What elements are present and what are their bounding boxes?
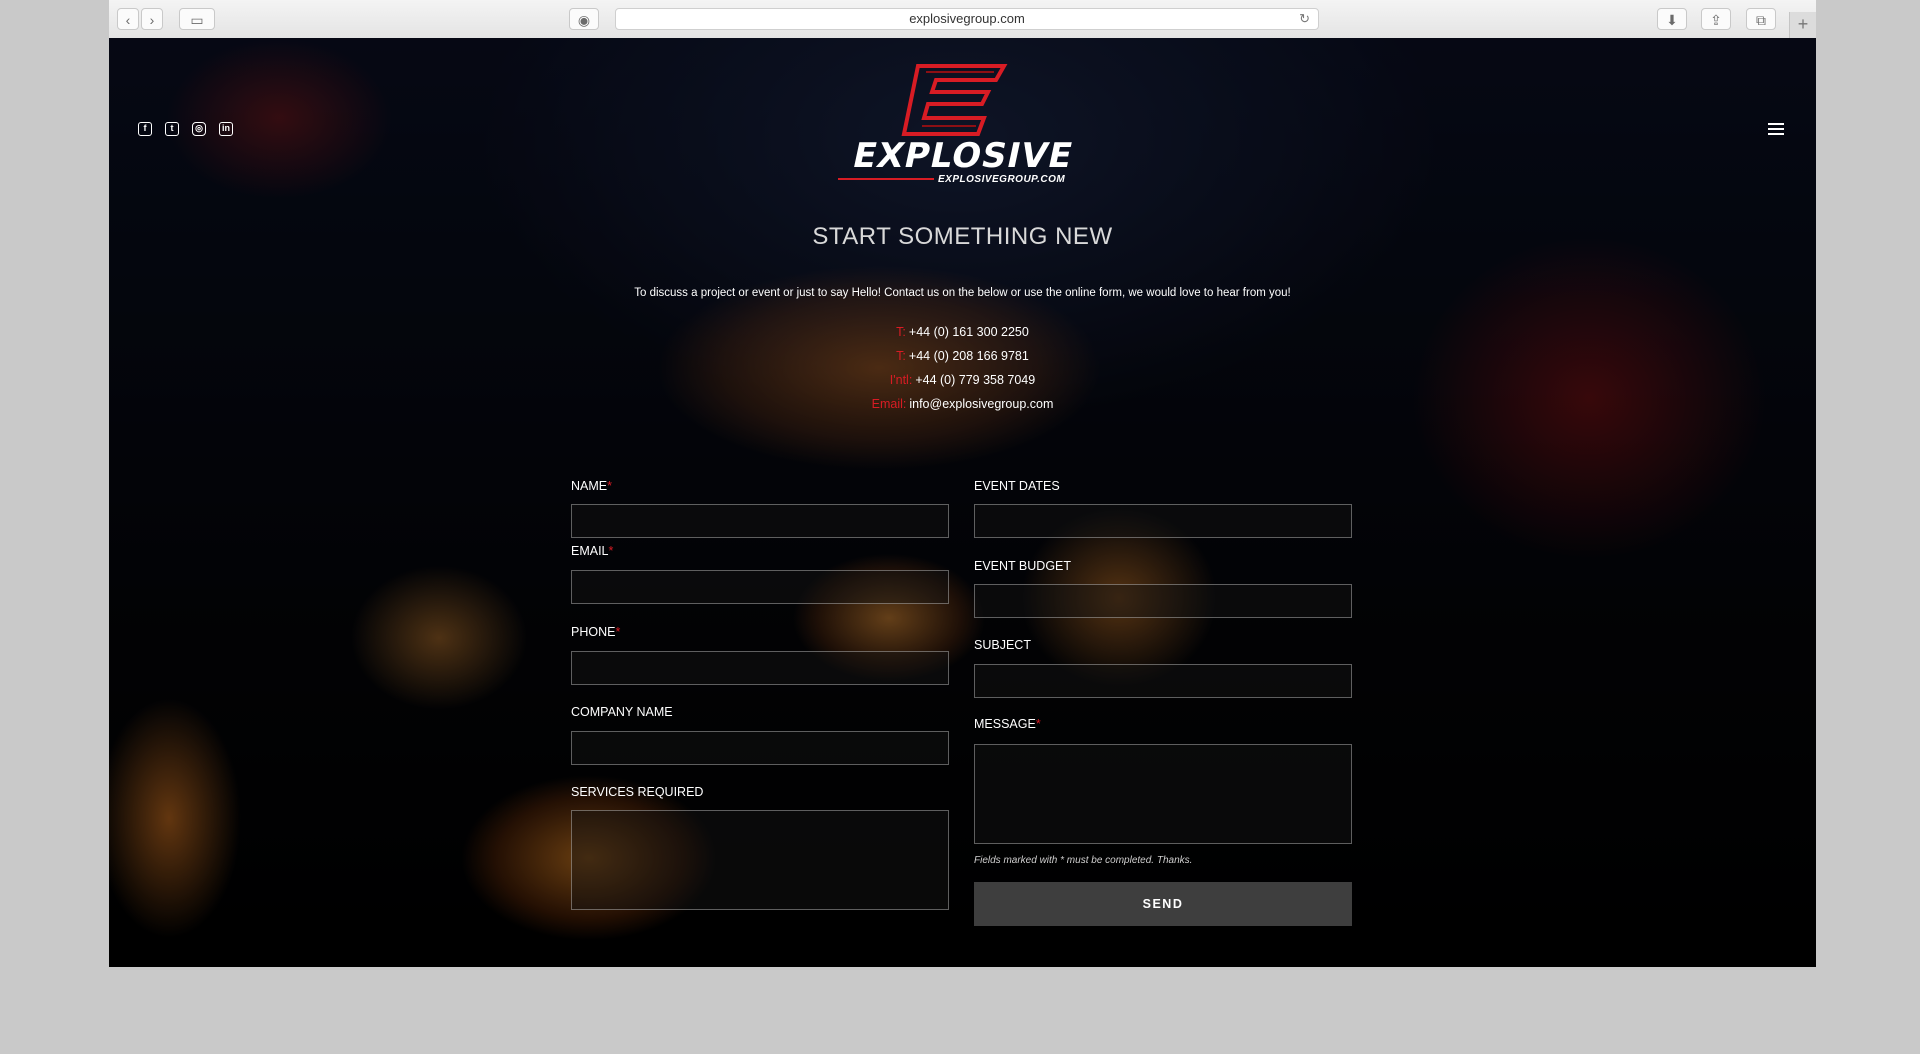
contact-value[interactable]: +44 (0) 208 166 9781 xyxy=(909,349,1029,363)
name-label: NAME* xyxy=(571,479,612,493)
logo-e-mark xyxy=(901,64,1008,136)
sidebar-icon[interactable]: ▭ xyxy=(179,8,215,30)
email-input[interactable] xyxy=(571,570,949,604)
phone-label: PHONE* xyxy=(571,625,621,639)
event-budget-input[interactable] xyxy=(974,584,1352,618)
linkedin-icon[interactable]: in xyxy=(219,122,233,136)
contact-item: I'ntl: +44 (0) 779 358 7049 xyxy=(109,368,1816,392)
explosive-logo[interactable]: EXPLOSIVE EXPLOSIVEGROUP.COM xyxy=(834,62,1090,190)
hero-background: f t ◎ in EXPLOSIVE EXPLOSIVEGROUP.COM ST… xyxy=(109,38,1816,967)
subject-label: SUBJECT xyxy=(974,638,1031,652)
brand-name: EXPLOSIVE xyxy=(849,136,1077,176)
hamburger-menu-icon[interactable] xyxy=(1768,123,1784,136)
facebook-icon[interactable]: f xyxy=(138,122,152,136)
contact-label: T: xyxy=(896,325,906,339)
company-name-label: COMPANY NAME xyxy=(571,705,673,719)
services-required-label: SERVICES REQUIRED xyxy=(571,785,704,799)
email-label: EMAIL* xyxy=(571,544,614,558)
contact-label: Email: xyxy=(871,397,907,411)
privacy-icon[interactable]: ◉ xyxy=(569,8,599,30)
event-dates-input[interactable] xyxy=(974,504,1352,538)
message-label: MESSAGE* xyxy=(974,717,1041,731)
tabs-icon[interactable]: ⧉ xyxy=(1746,8,1776,30)
contact-label: T: xyxy=(896,349,906,363)
page-title: START SOMETHING NEW xyxy=(812,223,1113,250)
contact-list: T: +44 (0) 161 300 2250 T: +44 (0) 208 166… xyxy=(109,320,1816,416)
contact-label: I'ntl: xyxy=(889,373,913,387)
url-bar[interactable]: explosivegroup.com ↻ xyxy=(615,8,1319,30)
chevron-left-icon[interactable]: ‹ xyxy=(117,8,139,30)
brand-underline xyxy=(838,178,934,180)
name-input[interactable] xyxy=(571,504,949,538)
contact-value[interactable]: +44 (0) 779 358 7049 xyxy=(915,373,1035,387)
contact-email[interactable]: info@explosivegroup.com xyxy=(909,397,1053,411)
twitter-icon[interactable]: t xyxy=(165,122,179,136)
browser-toolbar: ‹ › ▭ ◉ explosivegroup.com ↻ ⬇ ⇪ ⧉ + xyxy=(109,0,1816,39)
share-icon[interactable]: ⇪ xyxy=(1701,8,1731,30)
subject-input[interactable] xyxy=(974,664,1352,698)
required-fields-note: Fields marked with * must be completed. … xyxy=(974,855,1193,866)
send-button[interactable]: SEND xyxy=(974,882,1352,926)
message-textarea[interactable] xyxy=(974,744,1352,844)
contact-item: T: +44 (0) 208 166 9781 xyxy=(109,344,1816,368)
browser-window: ‹ › ▭ ◉ explosivegroup.com ↻ ⬇ ⇪ ⧉ + f t… xyxy=(109,0,1816,967)
services-required-textarea[interactable] xyxy=(571,810,949,910)
instagram-icon[interactable]: ◎ xyxy=(192,122,206,136)
event-dates-label: EVENT DATES xyxy=(974,479,1060,493)
brand-domain: EXPLOSIVEGROUP.COM xyxy=(938,174,1066,185)
reload-icon[interactable]: ↻ xyxy=(1299,9,1310,29)
chevron-right-icon[interactable]: › xyxy=(141,8,163,30)
contact-value[interactable]: +44 (0) 161 300 2250 xyxy=(909,325,1029,339)
event-budget-label: EVENT BUDGET xyxy=(974,559,1072,573)
phone-input[interactable] xyxy=(571,651,949,685)
plus-icon[interactable]: + xyxy=(1789,12,1816,38)
intro-text: To discuss a project or event or just to… xyxy=(634,287,1291,299)
social-links: f t ◎ in xyxy=(138,122,233,136)
contact-item: Email: info@explosivegroup.com xyxy=(109,392,1816,416)
download-icon[interactable]: ⬇ xyxy=(1657,8,1687,30)
contact-item: T: +44 (0) 161 300 2250 xyxy=(109,320,1816,344)
url-text: explosivegroup.com xyxy=(909,11,1025,26)
company-name-input[interactable] xyxy=(571,731,949,765)
